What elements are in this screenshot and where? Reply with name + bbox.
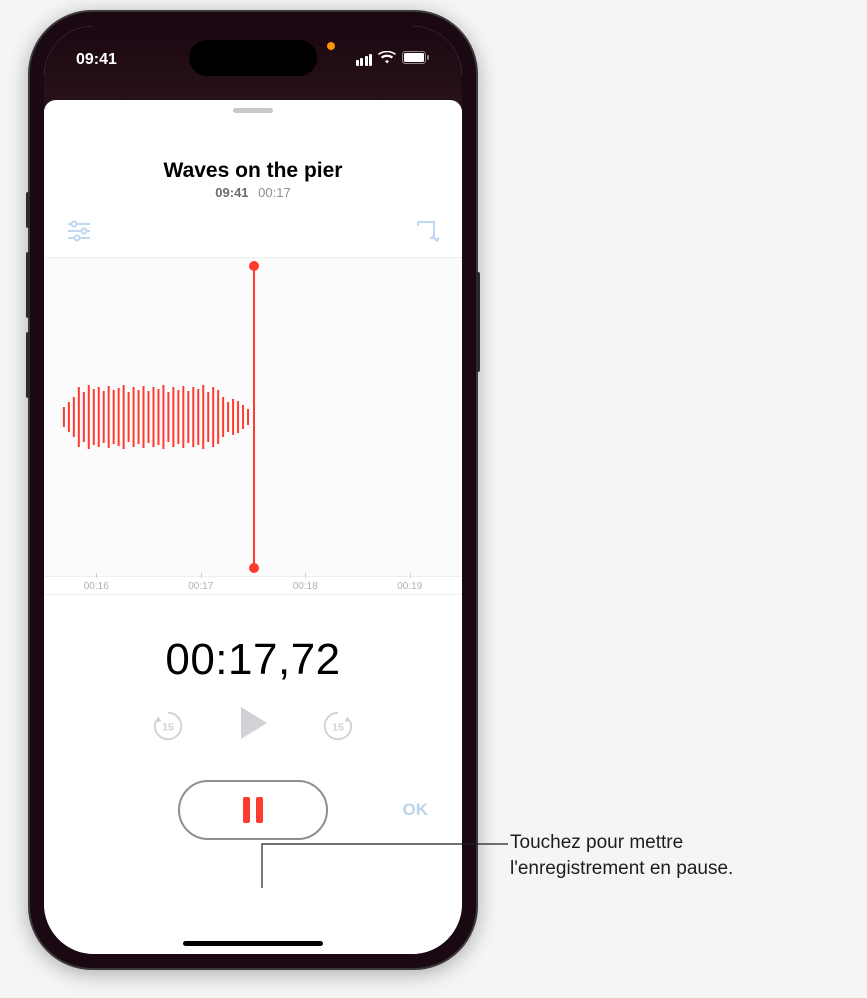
play-button[interactable] [237, 705, 269, 746]
skip-forward-15-button[interactable]: 15 [321, 709, 355, 743]
time-ruler: 00:16 00:17 00:18 00:19 [44, 577, 462, 595]
elapsed-timer: 00:17,72 [44, 635, 462, 685]
callout-line2: l'enregistrement en pause. [510, 856, 850, 882]
callout-text: Touchez pour mettre l'enregistrement en … [510, 830, 850, 881]
callout-leader-line [260, 830, 510, 890]
title-block: Waves on the pier 09:41 00:17 [44, 159, 462, 200]
skip-back-15-button[interactable]: 15 [151, 709, 185, 743]
waveform-area[interactable] [44, 257, 462, 577]
volume-up [26, 252, 30, 318]
mute-switch [26, 192, 30, 228]
recording-time: 09:41 [215, 185, 248, 200]
home-indicator[interactable] [183, 941, 323, 946]
sheet-grabber[interactable] [233, 108, 273, 113]
ruler-tick: 00:19 [397, 581, 422, 592]
ruler-tick: 00:17 [188, 581, 213, 592]
recording-indicator-dot [327, 42, 335, 50]
battery-icon [402, 51, 430, 69]
waveform [44, 357, 253, 477]
pause-icon [243, 797, 263, 823]
recording-sheet: Waves on the pier 09:41 00:17 [44, 100, 462, 954]
svg-text:15: 15 [332, 722, 344, 733]
playhead[interactable] [253, 266, 255, 568]
iphone-frame: 09:41 Waves on the pier 09:41 00:17 [28, 10, 478, 970]
dynamic-island [189, 40, 317, 76]
status-time: 09:41 [76, 51, 117, 69]
wifi-icon [378, 51, 396, 69]
side-button [476, 272, 480, 372]
recording-duration: 00:17 [258, 185, 291, 200]
done-button[interactable]: OK [403, 800, 429, 820]
cellular-icon [356, 54, 373, 66]
callout-line1: Touchez pour mettre [510, 830, 850, 856]
tool-row [44, 200, 462, 257]
ruler-tick: 00:18 [293, 581, 318, 592]
settings-icon[interactable] [66, 220, 92, 247]
play-controls: 15 15 [44, 705, 462, 746]
recording-subtitle: 09:41 00:17 [44, 185, 462, 200]
recording-title[interactable]: Waves on the pier [44, 159, 462, 183]
trim-icon[interactable] [414, 220, 440, 247]
status-right [356, 51, 431, 69]
ruler-tick: 00:16 [84, 581, 109, 592]
svg-text:15: 15 [162, 722, 174, 733]
volume-down [26, 332, 30, 398]
screen: 09:41 Waves on the pier 09:41 00:17 [44, 26, 462, 954]
